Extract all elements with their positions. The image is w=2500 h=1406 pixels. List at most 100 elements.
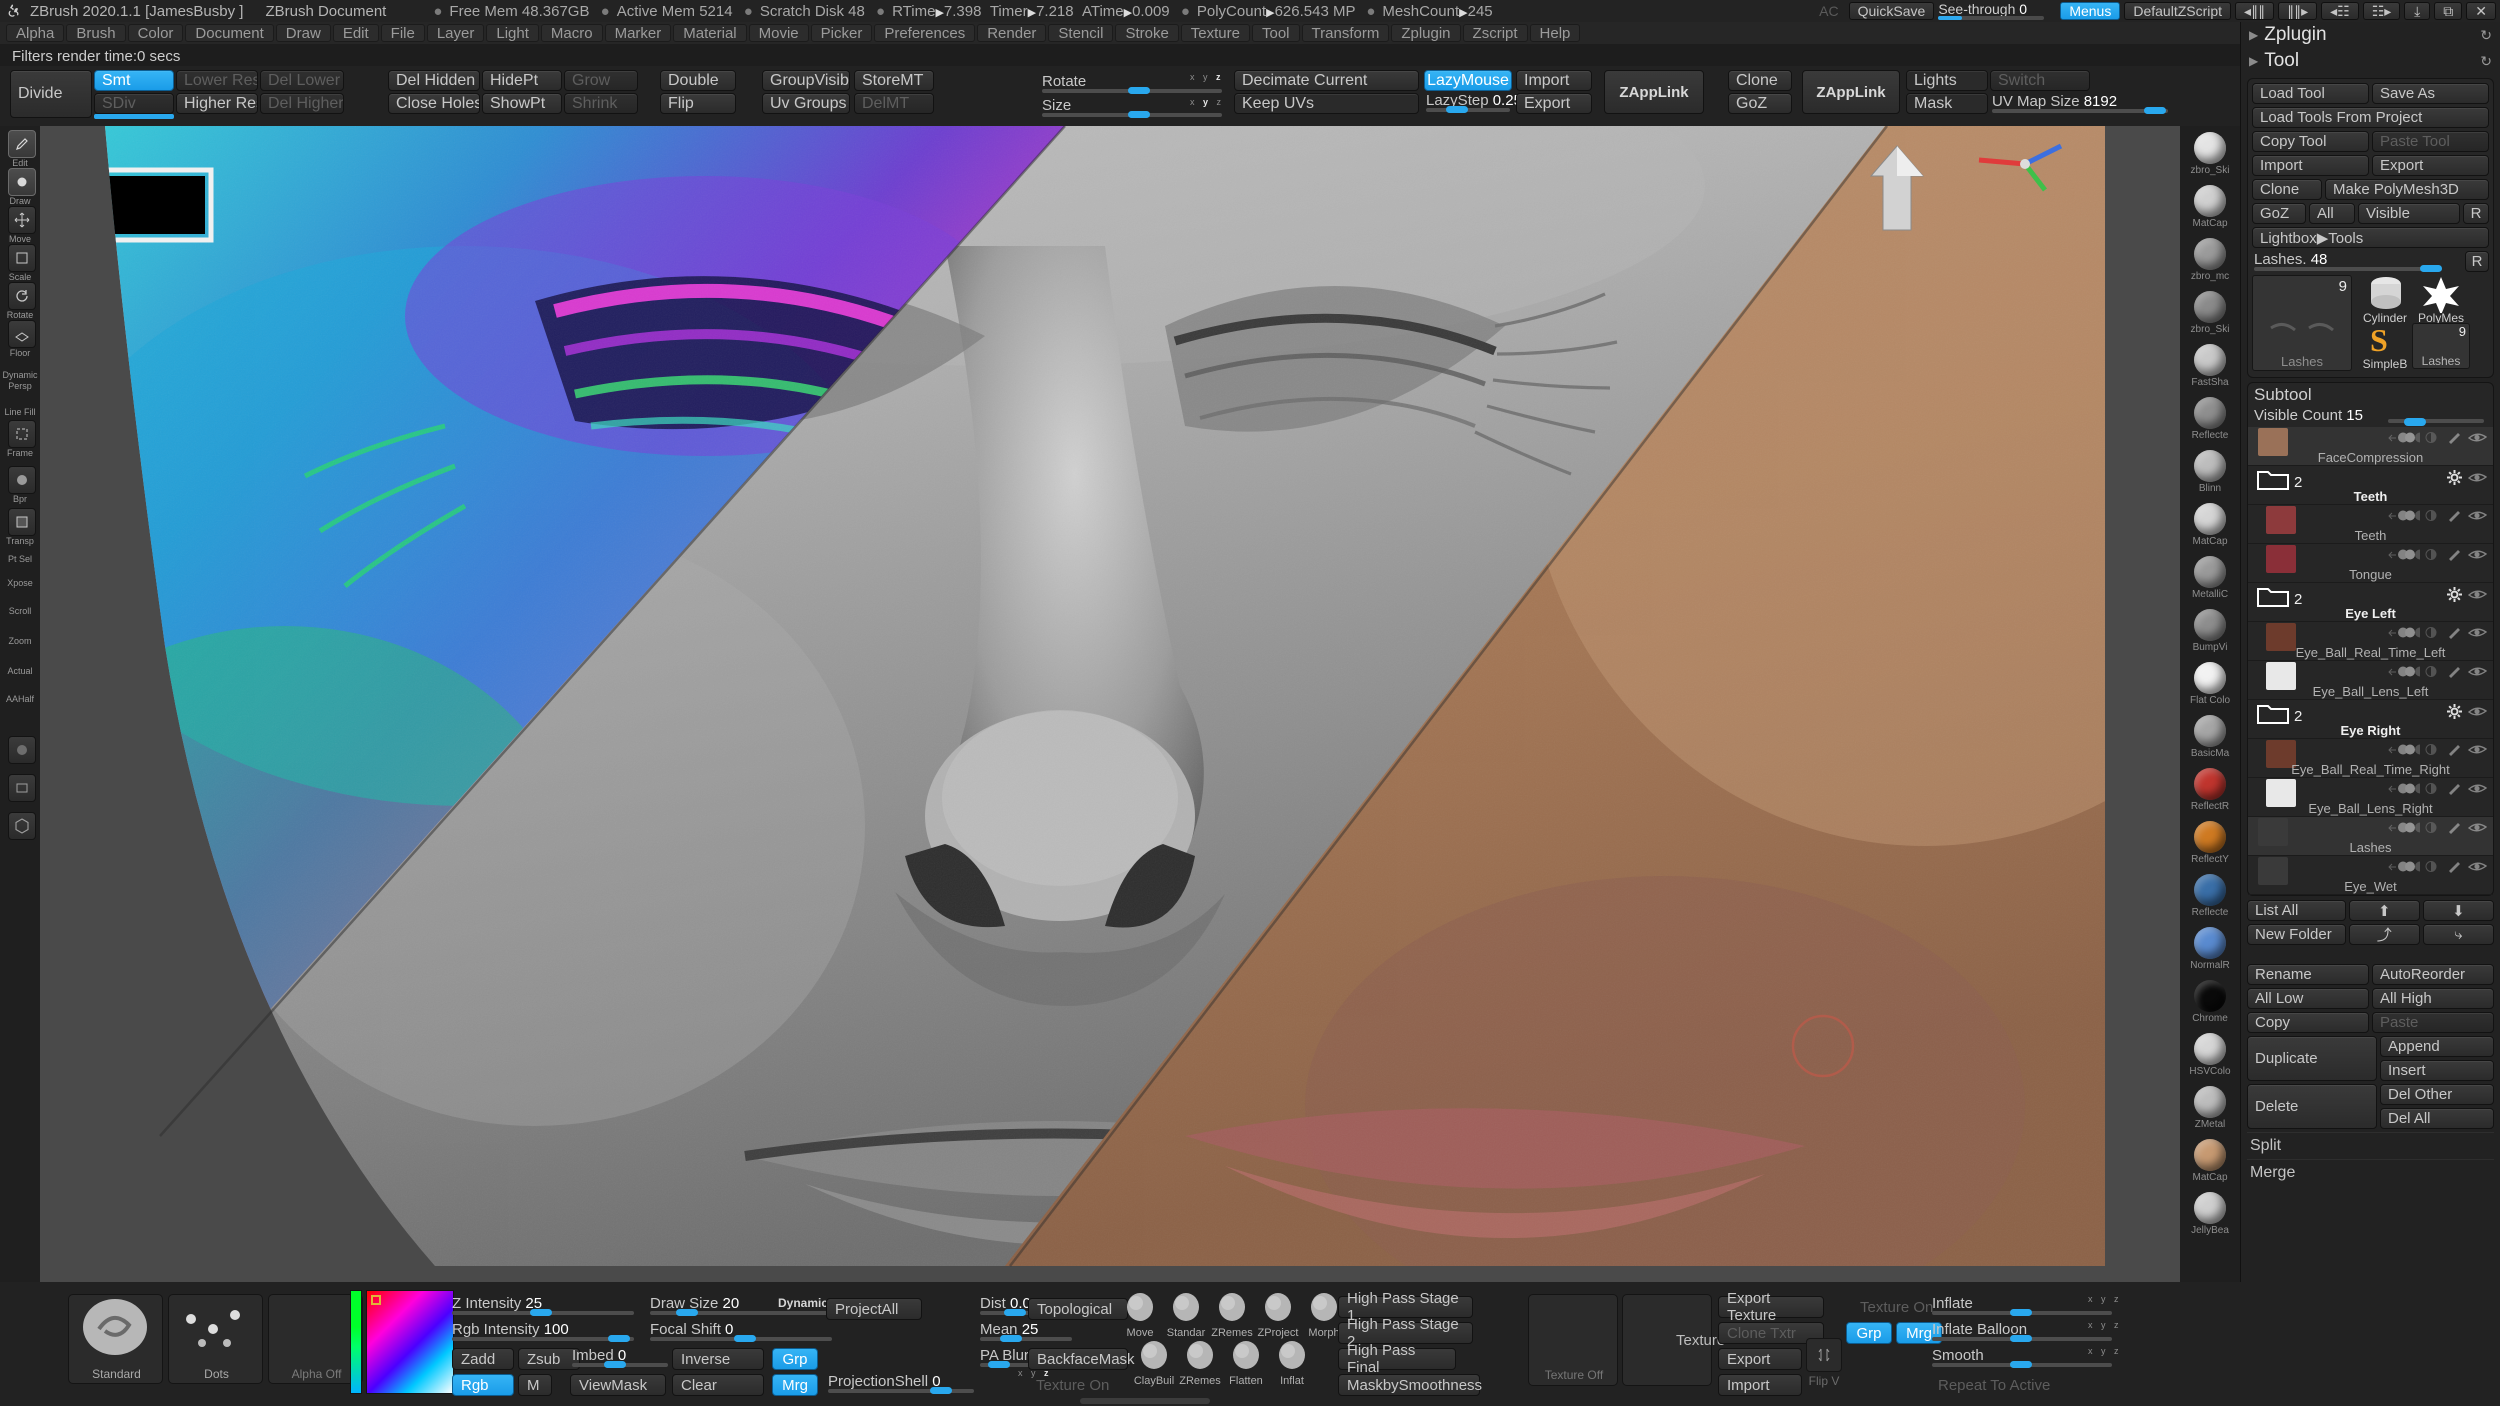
clear-button[interactable]: Clear bbox=[672, 1374, 764, 1396]
uv-map-size-slider[interactable]: UV Map Size 8192 bbox=[1990, 93, 2170, 114]
prev-layout-icon[interactable]: ◂☷ bbox=[2321, 2, 2359, 20]
lazymouse-toggle[interactable]: LazyMouse bbox=[1424, 70, 1512, 91]
eye-icon[interactable] bbox=[2467, 860, 2488, 878]
color-hue-strip[interactable] bbox=[350, 1290, 362, 1394]
material-matcap-3-sphere[interactable] bbox=[2194, 1139, 2226, 1171]
copy-tool-button[interactable]: Copy Tool bbox=[2252, 131, 2369, 152]
zplugin-collapse-icon[interactable]: ▶ bbox=[2249, 28, 2258, 42]
menu-item-stencil[interactable]: Stencil bbox=[1048, 24, 1114, 42]
recent-tool-simplebrush[interactable]: S SimpleB bbox=[2356, 322, 2414, 371]
visibility-icons[interactable] bbox=[2387, 665, 2441, 683]
menu-item-macro[interactable]: Macro bbox=[540, 24, 603, 42]
visible-count-slider[interactable]: Visible Count 15 bbox=[2248, 407, 2493, 427]
zapplink-button-2[interactable]: ZAppLink bbox=[1802, 70, 1900, 114]
load-tools-from-project-button[interactable]: Load Tools From Project bbox=[2252, 107, 2489, 128]
material-zbro-skin-1-sphere[interactable] bbox=[2194, 132, 2226, 164]
mask-button[interactable]: Mask bbox=[1906, 93, 1988, 114]
menu-item-light[interactable]: Light bbox=[486, 24, 539, 42]
eye-icon[interactable] bbox=[2467, 471, 2488, 489]
mrg-toggle[interactable]: Mrg bbox=[772, 1374, 818, 1396]
current-brush-slot[interactable]: Standard bbox=[68, 1294, 163, 1384]
texture-import-button[interactable]: Import bbox=[1718, 1374, 1802, 1396]
lightbox-tools-button[interactable]: Lightbox▶Tools bbox=[2252, 227, 2489, 248]
menu-item-texture[interactable]: Texture bbox=[1180, 24, 1250, 42]
next-zscript-icon[interactable]: ∥∥▸ bbox=[2278, 2, 2318, 20]
all-low-button[interactable]: All Low bbox=[2247, 988, 2369, 1009]
grp-toggle[interactable]: Grp bbox=[772, 1348, 818, 1370]
material-blinn-sphere[interactable] bbox=[2194, 450, 2226, 482]
canvas-viewport[interactable] bbox=[40, 126, 2180, 1282]
lashes-r-button[interactable]: R bbox=[2465, 251, 2489, 272]
material-metallic-sphere[interactable] bbox=[2194, 556, 2226, 588]
storemt-button[interactable]: StoreMT bbox=[854, 70, 934, 91]
m-toggle[interactable]: M bbox=[518, 1374, 552, 1396]
recent-tool-cylinder[interactable]: Cylinder bbox=[2356, 275, 2414, 325]
menus-toggle[interactable]: Menus bbox=[2060, 2, 2121, 20]
frame-button[interactable] bbox=[8, 420, 36, 448]
folder-icons[interactable] bbox=[2447, 470, 2488, 490]
subtool-row-facecompression[interactable]: FaceCompression bbox=[2248, 427, 2493, 466]
material-zbro-mc-sphere[interactable] bbox=[2194, 238, 2226, 270]
material-reflected-sphere[interactable] bbox=[2194, 397, 2226, 429]
paint-icon[interactable] bbox=[2447, 548, 2462, 566]
size-xyz-icon[interactable]: x y z bbox=[1190, 97, 1224, 107]
subtool-row-eye-right-folder[interactable]: 2 Eye Right bbox=[2248, 700, 2493, 739]
menu-item-tool[interactable]: Tool bbox=[1252, 24, 1300, 42]
divide-button[interactable]: Divide bbox=[10, 70, 92, 118]
menu-item-color[interactable]: Color bbox=[127, 24, 184, 42]
menu-item-movie[interactable]: Movie bbox=[748, 24, 809, 42]
brush-zproject[interactable]: ZProject bbox=[1256, 1292, 1300, 1339]
menu-item-picker[interactable]: Picker bbox=[810, 24, 873, 42]
flip-v-icon[interactable] bbox=[1806, 1338, 1842, 1372]
prev-zscript-icon[interactable]: ◂∥∥ bbox=[2235, 2, 2275, 20]
material-zmetal-sphere[interactable] bbox=[2194, 1086, 2226, 1118]
menu-item-draw[interactable]: Draw bbox=[275, 24, 331, 42]
lashes-slider[interactable]: Lashes. 48 bbox=[2252, 251, 2462, 272]
subtool-row-eye-ball-lens-left[interactable]: Eye_Ball_Lens_Left bbox=[2248, 661, 2493, 700]
paint-icon[interactable] bbox=[2447, 665, 2462, 683]
backfacemask-button[interactable]: BackfaceMask bbox=[1028, 1348, 1135, 1370]
repeat-to-active-button[interactable]: Repeat To Active bbox=[1930, 1374, 2106, 1396]
subtool-row-tongue[interactable]: Tongue bbox=[2248, 544, 2493, 583]
material-zbro-ski-2-sphere[interactable] bbox=[2194, 291, 2226, 323]
visibility-icons[interactable] bbox=[2387, 782, 2441, 800]
eye-icon[interactable] bbox=[2467, 509, 2488, 527]
menu-item-zscript[interactable]: Zscript bbox=[1462, 24, 1528, 42]
menu-item-stroke[interactable]: Stroke bbox=[1115, 24, 1179, 42]
tool-export-button[interactable]: Export bbox=[2372, 155, 2489, 176]
split-section[interactable]: Split bbox=[2247, 1132, 2494, 1159]
delmt-button[interactable]: DelMT bbox=[854, 93, 934, 114]
visibility-icons[interactable] bbox=[2387, 548, 2441, 566]
lights-button[interactable]: Lights bbox=[1906, 70, 1988, 91]
shelf-clone-button[interactable]: Clone bbox=[1728, 70, 1792, 91]
material-fastshader-sphere[interactable] bbox=[2194, 344, 2226, 376]
focal-shift-slider[interactable]: Focal Shift 0 bbox=[648, 1321, 838, 1342]
zadd-button[interactable]: Zadd bbox=[452, 1348, 514, 1370]
move-out-button[interactable]: ⤴ bbox=[2348, 924, 2420, 945]
current-tool-thumb[interactable]: 9 Lashes bbox=[2252, 275, 2352, 371]
recent-tool-polymesh3d[interactable]: PolyMes bbox=[2412, 275, 2470, 325]
subtool-icons[interactable] bbox=[2387, 431, 2488, 449]
folder-icons[interactable] bbox=[2447, 587, 2488, 607]
material-chrome-sphere[interactable] bbox=[2194, 980, 2226, 1012]
tool-refresh-icon[interactable]: ↻ bbox=[2480, 53, 2492, 70]
brush-move[interactable]: Move bbox=[1118, 1292, 1162, 1339]
close-button[interactable]: ✕ bbox=[2466, 2, 2496, 20]
alpha-slot[interactable]: Alpha Off bbox=[268, 1294, 363, 1384]
paint-icon[interactable] bbox=[2447, 509, 2462, 527]
subtool-paste-button[interactable]: Paste bbox=[2372, 1012, 2494, 1033]
subtool-copy-button[interactable]: Copy bbox=[2247, 1012, 2369, 1033]
subtool-header[interactable]: Subtool bbox=[2248, 383, 2493, 407]
subtool-row-eye-ball-real-time-right[interactable]: Eye_Ball_Real_Time_Right bbox=[2248, 739, 2493, 778]
menu-item-material[interactable]: Material bbox=[673, 24, 747, 42]
visibility-icons[interactable] bbox=[2387, 821, 2441, 839]
higher-res-button[interactable]: Higher Res bbox=[176, 93, 258, 114]
make-polymesh3d-button[interactable]: Make PolyMesh3D bbox=[2325, 179, 2489, 200]
scale-button[interactable] bbox=[8, 244, 36, 272]
orientation-gizmo[interactable] bbox=[1837, 134, 1957, 254]
menu-item-transform[interactable]: Transform bbox=[1301, 24, 1390, 42]
brush-flatten[interactable]: Flatten bbox=[1224, 1340, 1268, 1387]
paint-icon[interactable] bbox=[2447, 431, 2462, 449]
visibility-icons[interactable] bbox=[2387, 626, 2441, 644]
move-up-button[interactable]: ⬆ bbox=[2348, 900, 2420, 921]
